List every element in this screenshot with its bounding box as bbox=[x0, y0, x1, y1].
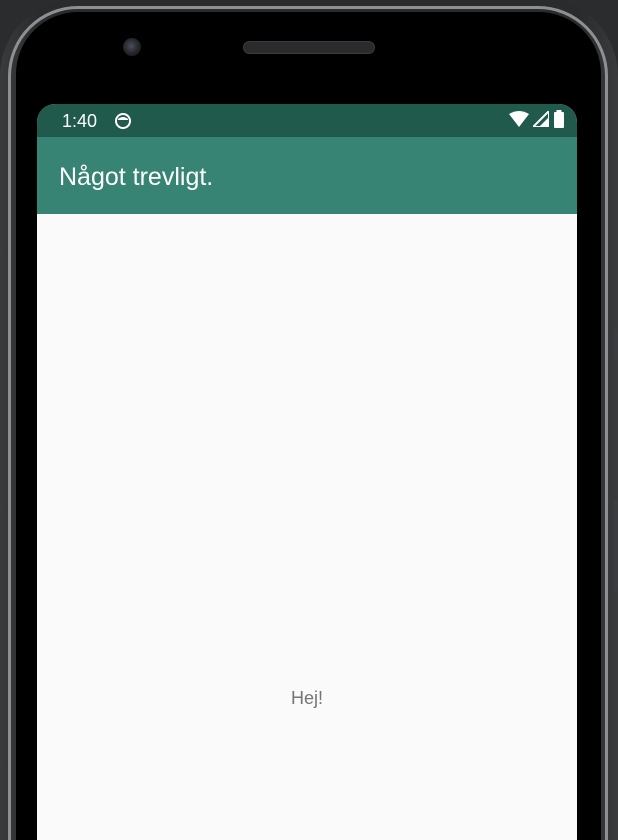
status-time: 1:40 bbox=[62, 111, 98, 131]
status-bar: 1:40 bbox=[37, 104, 577, 137]
power-button[interactable] bbox=[614, 500, 618, 590]
wifi-icon bbox=[509, 110, 529, 132]
notification-icon bbox=[114, 112, 132, 130]
battery-icon bbox=[553, 109, 565, 133]
phone-device-frame: 1:40 Något trevligt. Hej! bbox=[0, 0, 618, 840]
app-bar: Något trevligt. bbox=[37, 137, 577, 214]
main-content bbox=[37, 214, 577, 840]
front-camera-icon bbox=[123, 38, 141, 56]
hello-text: Hej! bbox=[290, 688, 323, 708]
cell-signal-icon bbox=[530, 108, 550, 132]
status-icons bbox=[509, 108, 565, 133]
earpiece-speaker bbox=[243, 41, 375, 54]
device-screen: 1:40 Något trevligt. Hej! bbox=[37, 104, 577, 840]
app-title: Något trevligt. bbox=[59, 163, 214, 191]
volume-button[interactable] bbox=[614, 330, 618, 360]
